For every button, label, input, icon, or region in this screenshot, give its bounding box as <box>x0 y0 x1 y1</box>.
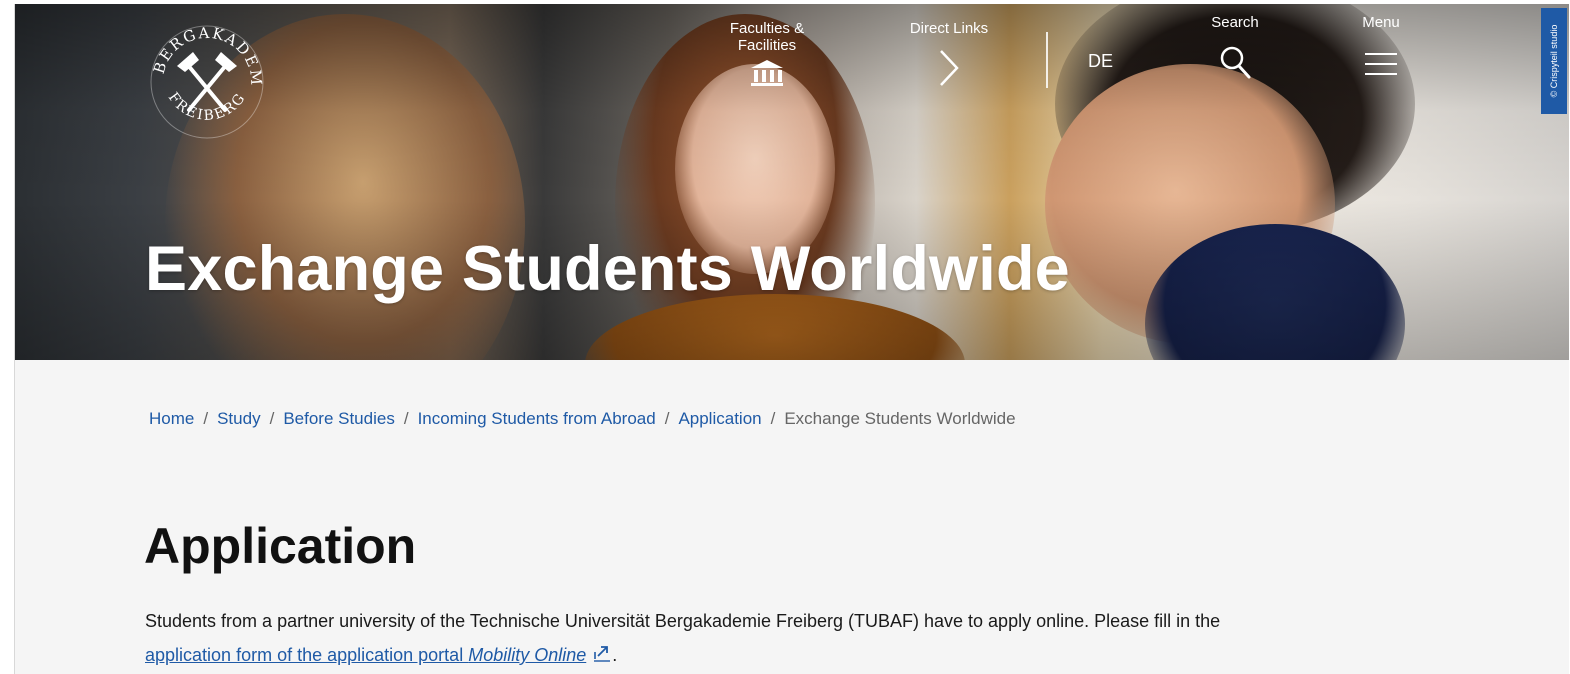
intro-text: Students from a partner university of th… <box>145 611 1221 631</box>
image-copyright-label: © Crispyteil studio <box>1549 24 1559 98</box>
nav-menu[interactable]: Menu <box>1341 14 1421 87</box>
hero-title: Exchange Students Worldwide <box>145 234 1070 304</box>
external-link-icon[interactable] <box>592 639 612 673</box>
intro-text-end: . <box>612 645 618 665</box>
search-icon <box>1195 35 1275 87</box>
page-heading: Application <box>144 518 417 574</box>
breadcrumb-study[interactable]: Study <box>217 409 260 428</box>
breadcrumb-separator: / <box>203 409 209 428</box>
browser-viewport: TU BERGAKADEMIE · FREIBERG · Faculties &… <box>14 4 1569 674</box>
nav-direct-links-label: Direct Links <box>909 20 989 37</box>
application-portal-link[interactable]: application form of the application port… <box>145 645 586 665</box>
mobility-online-link-text: Mobility Online <box>468 645 587 665</box>
intro-paragraph: Students from a partner university of th… <box>145 604 1245 673</box>
breadcrumb-before-studies[interactable]: Before Studies <box>283 409 395 428</box>
hero-banner: TU BERGAKADEMIE · FREIBERG · Faculties &… <box>15 4 1569 360</box>
breadcrumb: Home / Study / Before Studies / Incoming Stude… <box>149 409 1016 429</box>
breadcrumb-incoming-students[interactable]: Incoming Students from Abroad <box>418 409 656 428</box>
breadcrumb-application[interactable]: Application <box>678 409 761 428</box>
svg-text:TU BERGAKADEMIE: TU BERGAKADEMIE <box>141 16 265 88</box>
breadcrumb-separator: / <box>664 409 670 428</box>
image-copyright-badge: © Crispyteil studio <box>1541 8 1567 114</box>
breadcrumb-separator: / <box>770 409 776 428</box>
nav-search[interactable]: Search <box>1195 14 1275 87</box>
chevron-right-icon <box>891 41 1007 93</box>
nav-direct-links[interactable]: Direct Links <box>891 20 1007 93</box>
nav-faculties-facilities[interactable]: Faculties & Facilities <box>709 20 825 92</box>
breadcrumb-current: Exchange Students Worldwide <box>784 409 1016 428</box>
nav-divider <box>1046 32 1048 88</box>
language-switch-de[interactable]: DE <box>1088 51 1113 72</box>
university-logo-icon[interactable]: TU BERGAKADEMIE · FREIBERG · <box>134 4 273 148</box>
breadcrumb-separator: / <box>269 409 275 428</box>
nav-faculties-label: Faculties & Facilities <box>729 20 805 54</box>
breadcrumb-separator: / <box>403 409 409 428</box>
nav-search-label: Search <box>1211 14 1259 31</box>
application-portal-link-text: application form of the application port… <box>145 645 469 665</box>
hamburger-menu-icon <box>1341 35 1421 87</box>
building-columns-icon <box>709 58 825 92</box>
nav-menu-label: Menu <box>1362 14 1400 31</box>
breadcrumb-home[interactable]: Home <box>149 409 194 428</box>
